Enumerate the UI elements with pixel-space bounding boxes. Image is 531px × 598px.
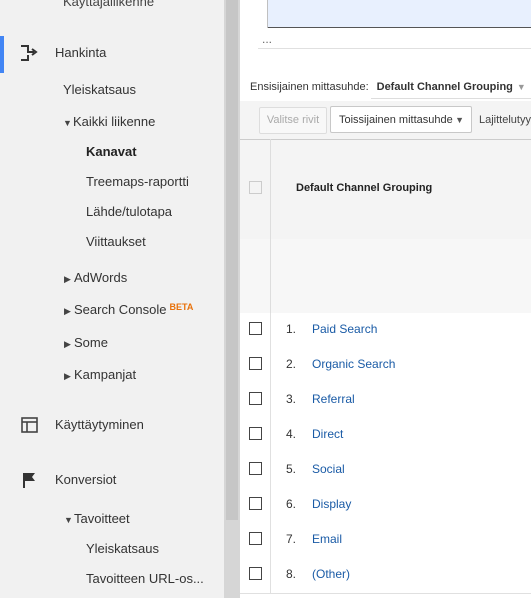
sidebar-section-conversions[interactable]: Konversiot xyxy=(0,463,224,497)
sort-type-label[interactable]: Lajittelutyyppi xyxy=(479,114,531,126)
column-header-channel-grouping[interactable]: Default Channel Grouping xyxy=(296,182,432,194)
row-checkbox[interactable] xyxy=(249,497,262,510)
table-row: 4. Direct xyxy=(240,418,531,454)
row-checkbox[interactable] xyxy=(249,427,262,440)
caret-right-icon: ▶ xyxy=(64,339,71,349)
sidebar-section-behavior[interactable]: Käyttäytyminen xyxy=(0,408,224,442)
sidebar-item-label: Some xyxy=(74,335,108,350)
sidebar-item-label: Kaikki liikenne xyxy=(73,114,156,129)
table-row: 8. (Other) xyxy=(240,558,531,594)
channel-link[interactable]: Email xyxy=(312,532,342,546)
sidebar-item-label: Tavoitteet xyxy=(74,511,130,526)
select-rows-button[interactable]: Valitse rivit xyxy=(259,107,327,134)
chevron-down-icon: ▼ xyxy=(455,115,464,125)
sidebar-section-label: Käyttäytyminen xyxy=(55,417,144,432)
sidebar-scrollbar-thumb[interactable] xyxy=(226,0,238,520)
row-number: 7. xyxy=(286,532,297,546)
row-number: 6. xyxy=(286,497,297,511)
chart-more-ellipsis[interactable]: ... xyxy=(262,32,272,46)
sidebar-item-all-traffic[interactable]: ▼Kaikki liikenne xyxy=(63,114,155,129)
divider xyxy=(270,313,271,348)
channel-link[interactable]: Organic Search xyxy=(312,357,395,371)
primary-dimension-value[interactable]: Default Channel Grouping xyxy=(377,81,513,93)
primary-dimension: Ensisijainen mittasuhde: Default Channel … xyxy=(250,81,526,93)
table-row: 6. Display xyxy=(240,488,531,524)
row-checkbox[interactable] xyxy=(249,392,262,405)
beta-badge: BETA xyxy=(169,302,194,312)
chart-axis xyxy=(267,0,268,28)
channel-link[interactable]: Paid Search xyxy=(312,322,377,336)
sidebar-item-label: Search Console xyxy=(74,302,167,317)
sidebar-item-channels[interactable]: Kanavat xyxy=(86,144,137,159)
row-checkbox[interactable] xyxy=(249,567,262,580)
divider xyxy=(270,523,271,558)
row-checkbox[interactable] xyxy=(249,532,262,545)
caret-down-icon: ▼ xyxy=(64,515,73,525)
sidebar-section-acquisition[interactable]: Hankinta xyxy=(0,36,224,70)
channel-link[interactable]: Direct xyxy=(312,427,343,441)
chart-area xyxy=(267,0,531,28)
sidebar-item-goal-urls[interactable]: Tavoitteen URL-os... xyxy=(86,571,204,586)
flag-icon xyxy=(20,471,40,489)
select-all-checkbox[interactable] xyxy=(249,181,262,194)
divider xyxy=(371,98,531,99)
primary-dimension-label: Ensisijainen mittasuhde: xyxy=(250,81,369,93)
table-summary-row xyxy=(240,239,531,314)
row-number: 5. xyxy=(286,462,297,476)
sidebar-item-label: Kampanjat xyxy=(74,367,137,382)
divider xyxy=(270,348,271,383)
sidebar-item-search-console[interactable]: ▶ Search Console BETA xyxy=(64,302,193,317)
row-number: 2. xyxy=(286,357,297,371)
sidebar-item-referrals[interactable]: Viittaukset xyxy=(86,234,146,249)
sidebar-item-overview[interactable]: Yleiskatsaus xyxy=(63,82,136,97)
sidebar-item-source-medium[interactable]: Lähde/tulotapa xyxy=(86,204,172,219)
row-checkbox[interactable] xyxy=(249,357,262,370)
sidebar-item-label: AdWords xyxy=(74,270,128,285)
chevron-down-icon[interactable]: ▼ xyxy=(517,82,526,92)
secondary-dimension-label: Toissijainen mittasuhde xyxy=(339,114,453,126)
acquisition-arrows-icon xyxy=(20,44,40,62)
sidebar-item-goals[interactable]: ▼Tavoitteet xyxy=(64,511,130,526)
caret-right-icon: ▶ xyxy=(64,371,71,381)
row-number: 3. xyxy=(286,392,297,406)
sidebar-item-adwords[interactable]: ▶ AdWords xyxy=(64,270,127,285)
row-checkbox[interactable] xyxy=(249,322,262,335)
divider xyxy=(270,488,271,523)
behavior-layout-icon xyxy=(20,416,40,434)
table-row: 1. Paid Search xyxy=(240,313,531,349)
divider xyxy=(270,558,271,593)
sidebar-item-treemaps[interactable]: Treemaps-raportti xyxy=(86,174,189,189)
divider xyxy=(270,453,271,488)
table-row: 2. Organic Search xyxy=(240,348,531,384)
secondary-dimension-dropdown[interactable]: Toissijainen mittasuhde ▼ xyxy=(330,106,472,133)
caret-down-icon: ▼ xyxy=(63,118,72,128)
divider xyxy=(270,383,271,418)
channel-link[interactable]: (Other) xyxy=(312,567,350,581)
row-number: 4. xyxy=(286,427,297,441)
channel-link[interactable]: Social xyxy=(312,462,345,476)
sidebar-item-social[interactable]: ▶ Some xyxy=(64,335,108,350)
divider xyxy=(270,418,271,453)
table-row: 7. Email xyxy=(240,523,531,559)
row-number: 1. xyxy=(286,322,297,336)
row-number: 8. xyxy=(286,567,297,581)
row-checkbox[interactable] xyxy=(249,462,262,475)
table-row: 5. Social xyxy=(240,453,531,489)
caret-right-icon: ▶ xyxy=(64,306,71,316)
channel-link[interactable]: Display xyxy=(312,497,351,511)
divider xyxy=(258,48,531,49)
checkbox-column xyxy=(240,139,271,313)
caret-right-icon: ▶ xyxy=(64,274,71,284)
sidebar-section-label: Konversiot xyxy=(55,472,117,487)
sidebar-section-label: Hankinta xyxy=(55,45,107,60)
table-row: 3. Referral xyxy=(240,383,531,419)
sidebar-item-goals-overview[interactable]: Yleiskatsaus xyxy=(86,541,159,556)
channel-link[interactable]: Referral xyxy=(312,392,355,406)
sidebar-item-campaigns[interactable]: ▶ Kampanjat xyxy=(64,367,136,382)
sidebar-item-audience-cut[interactable]: Käyttäjäliikenne xyxy=(63,0,154,9)
